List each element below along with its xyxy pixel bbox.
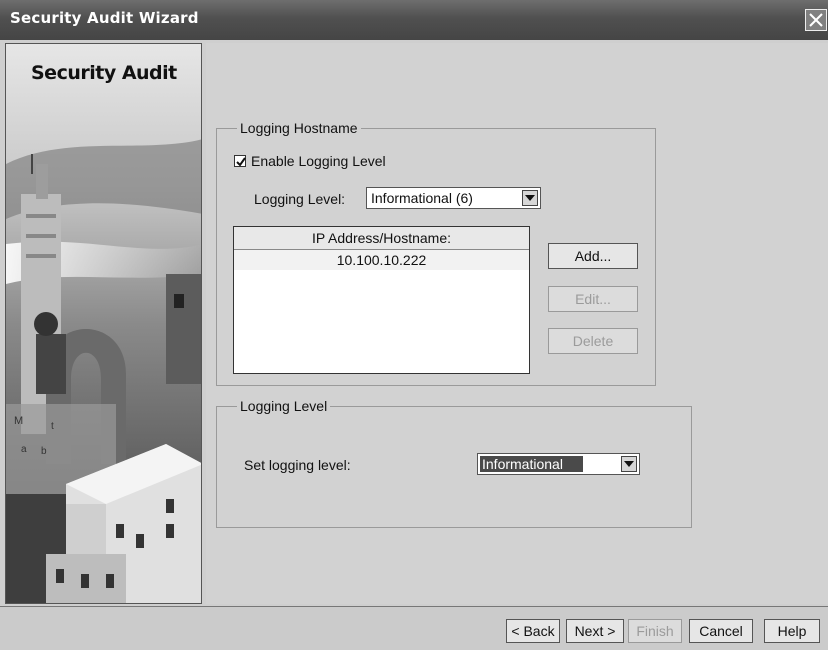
window-title: Security Audit Wizard <box>10 9 199 27</box>
wizard-side-image: M t a b Security Audit <box>5 43 202 604</box>
dropdown-arrow-icon <box>624 461 634 467</box>
title-bar: Security Audit Wizard <box>0 0 828 40</box>
security-illustration: M t a b <box>6 44 201 603</box>
enable-logging-row: Enable Logging Level <box>234 153 386 169</box>
ip-address-column-header[interactable]: IP Address/Hostname: <box>234 227 529 250</box>
logging-level-legend: Logging Level <box>240 398 328 414</box>
close-button[interactable] <box>805 9 827 31</box>
enable-logging-checkbox[interactable] <box>234 155 246 167</box>
add-button[interactable]: Add... <box>548 243 638 269</box>
logging-level-dropdown-button[interactable] <box>522 190 538 206</box>
enable-logging-label: Enable Logging Level <box>251 153 386 169</box>
logging-level-value: Informational (6) <box>371 190 473 206</box>
set-logging-level-value: Informational <box>480 456 583 472</box>
next-button[interactable]: Next > <box>566 619 624 643</box>
dropdown-arrow-icon <box>525 195 535 201</box>
svg-text:t: t <box>51 421 54 432</box>
wizard-footer: < Back Next > Finish Cancel Help <box>0 606 828 650</box>
help-button[interactable]: Help <box>764 619 820 643</box>
edit-button[interactable]: Edit... <box>548 286 638 312</box>
set-logging-level-select[interactable]: Informational <box>477 453 640 475</box>
svg-text:a: a <box>21 444 27 455</box>
finish-button[interactable]: Finish <box>628 619 682 643</box>
checkmark-icon <box>236 157 246 167</box>
set-logging-level-label: Set logging level: <box>244 457 351 473</box>
svg-text:b: b <box>41 446 47 457</box>
logging-level-select[interactable]: Informational (6) <box>366 187 541 209</box>
table-row[interactable]: 10.100.10.222 <box>234 250 529 270</box>
cancel-button[interactable]: Cancel <box>689 619 753 643</box>
back-button[interactable]: < Back <box>506 619 560 643</box>
set-logging-level-dropdown-button[interactable] <box>621 456 637 472</box>
close-icon <box>809 13 823 27</box>
side-panel-heading: Security Audit <box>31 62 177 84</box>
logging-level-label: Logging Level: <box>254 191 346 207</box>
ip-address-table[interactable]: IP Address/Hostname: 10.100.10.222 <box>233 226 530 374</box>
logging-hostname-legend: Logging Hostname <box>240 120 358 136</box>
delete-button[interactable]: Delete <box>548 328 638 354</box>
svg-text:M: M <box>14 415 23 427</box>
